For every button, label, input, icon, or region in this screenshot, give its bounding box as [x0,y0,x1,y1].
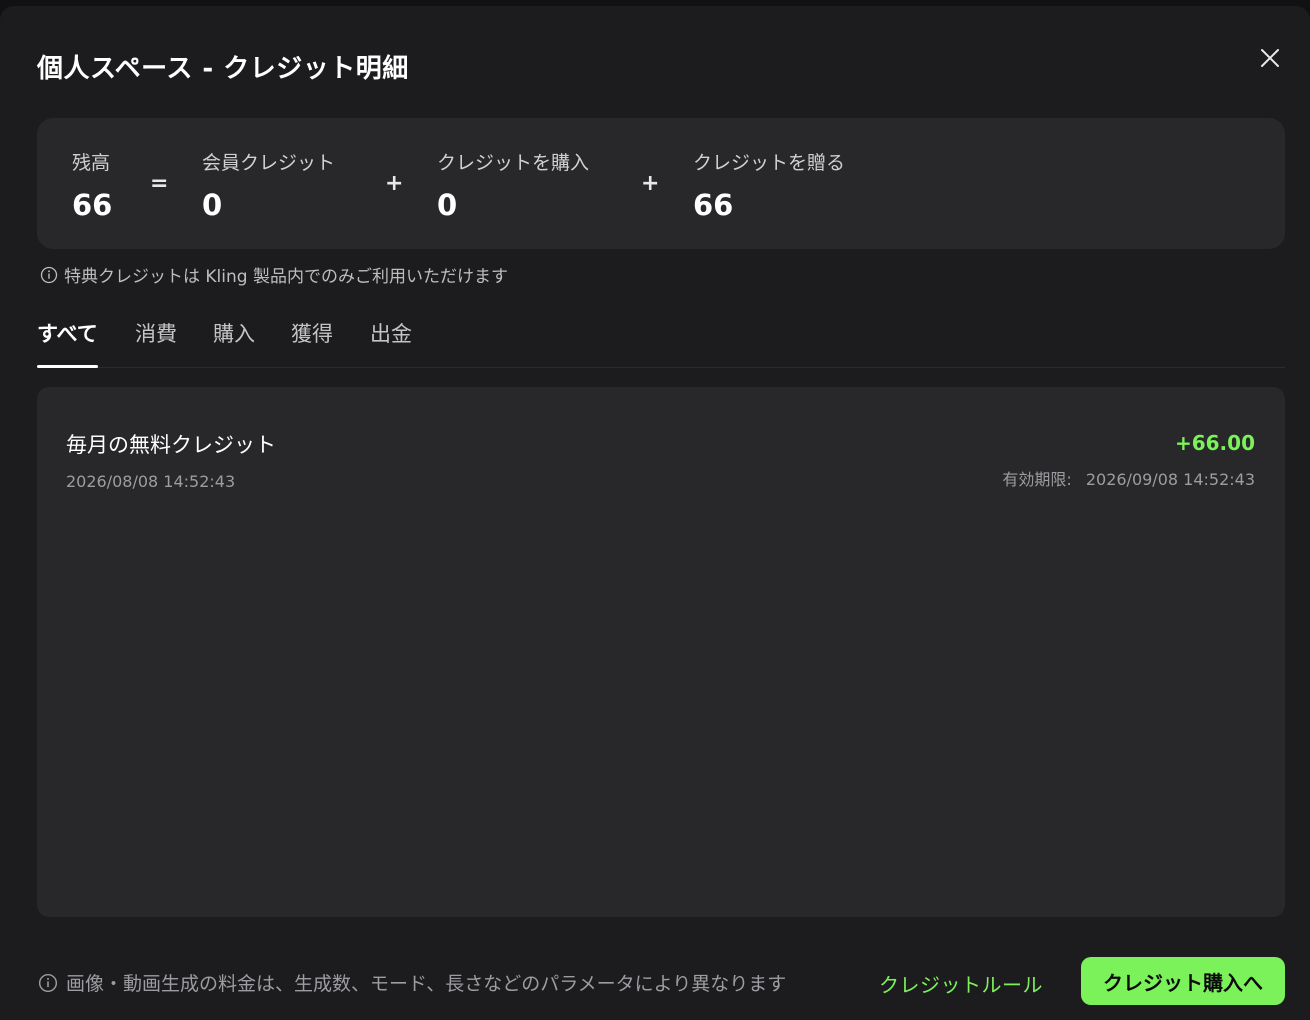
notice-text: 特典クレジットは Kling 製品内でのみご利用いただけます [64,267,508,287]
tab-earned[interactable]: 獲得 [291,318,333,366]
equals-sign: = [150,171,169,196]
info-icon [40,266,58,283]
pricing-note-text: 画像・動画生成の料金は、生成数、モード、長さなどのパラメータにより異なります [66,973,787,995]
credit-rules-link[interactable]: クレジットルール [879,969,1043,998]
expiry-label: 有効期限: [1002,470,1072,489]
balance-member: 会員クレジット 0 [202,148,335,222]
buy-credits-button[interactable]: クレジット購入へ [1081,957,1285,1005]
record-amount: +66.00 [1174,431,1255,455]
balance-gifted: クレジットを贈る 66 [693,148,845,222]
tab-consumption[interactable]: 消費 [135,318,177,366]
plus-sign: + [641,171,660,196]
balance-member-value: 0 [202,188,223,222]
record-expiry: 有効期限: 2026/09/08 14:52:43 [1002,466,1255,490]
plus-sign: + [385,171,404,196]
balance-summary: 残高 66 = 会員クレジット 0 + クレジットを購入 0 + クレジットを贈… [37,118,1285,249]
info-icon [38,973,58,992]
tab-withdrawal[interactable]: 出金 [370,318,412,366]
balance-total-value: 66 [72,188,113,222]
balance-purchased-label: クレジットを購入 [437,152,590,174]
record-time: 2026/08/08 14:52:43 [66,472,236,491]
modal-title: 個人スペース - クレジット明細 [37,54,409,84]
close-button[interactable] [1254,42,1286,74]
tab-purchase[interactable]: 購入 [213,318,255,366]
record-title: 毎月の無料クレジット [66,433,276,457]
record-tabs: すべて 消費 購入 獲得 出金 [37,312,1285,368]
balance-purchased: クレジットを購入 0 [437,148,589,222]
close-icon [1261,49,1279,67]
credit-details-modal: 個人スペース - クレジット明細 残高 66 = 会員クレジット 0 + クレジ… [0,6,1310,1020]
balance-total: 残高 66 [72,148,112,222]
expiry-time: 2026/09/08 14:52:43 [1085,470,1255,489]
balance-total-label: 残高 [72,152,111,174]
balance-member-label: 会員クレジット [202,152,336,174]
pricing-note: 画像・動画生成の料金は、生成数、モード、長さなどのパラメータにより異なります [38,969,786,996]
balance-gifted-label: クレジットを贈る [693,152,846,174]
balance-gifted-value: 66 [693,188,734,222]
bonus-credit-notice: 特典クレジットは Kling 製品内でのみご利用いただけます [40,262,508,287]
balance-purchased-value: 0 [437,188,458,222]
tab-all[interactable]: すべて [37,318,98,368]
credit-record-list: 毎月の無料クレジット 2026/08/08 14:52:43 +66.00 有効… [37,387,1285,917]
